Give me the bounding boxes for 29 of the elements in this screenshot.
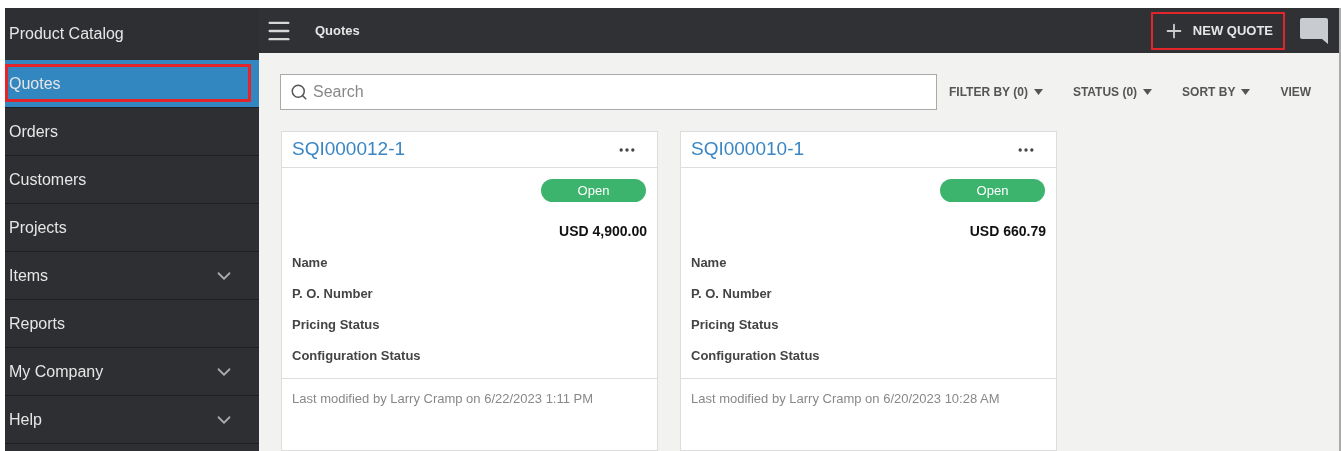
field-label: Pricing Status [292, 316, 381, 333]
quote-amount: USD 660.79 [969, 222, 1047, 241]
chat-icon[interactable] [1299, 15, 1329, 46]
new-quote-button[interactable]: NEW QUOTE [1150, 11, 1285, 50]
toolbar-dropdown[interactable]: SORT BY [1182, 83, 1251, 101]
toolbar-dropdown[interactable]: STATUS (0) [1072, 83, 1153, 101]
search-icon [290, 83, 308, 101]
field-label: P. O. Number [691, 285, 773, 302]
app-title: Product Catalog [8, 24, 125, 44]
last-modified-text: Last modified by Larry Cramp on 6/22/2023 1:11 PM [292, 391, 594, 406]
field-label: P. O. Number [292, 285, 374, 302]
toolbar-dropdown[interactable]: FILTER BY (0) [949, 83, 1043, 101]
field-label: Pricing Status [691, 316, 780, 333]
search-field[interactable]: Search [280, 74, 937, 110]
page-title: Quotes [315, 21, 360, 40]
field-label: Configuration Status [691, 347, 821, 364]
caret-icon [1241, 89, 1251, 95]
quote-amount: USD 4,900.00 [559, 222, 648, 241]
field-label: Name [292, 254, 329, 271]
last-modified-text: Last modified by Larry Cramp on 6/20/2023 10:28 AM [691, 391, 1000, 406]
toolbar-dropdown[interactable]: VIEW [1280, 83, 1312, 101]
status-badge: Open [940, 179, 1045, 202]
status-badge: Open [541, 179, 646, 202]
field-label: Name [691, 254, 728, 271]
quote-link[interactable]: SQI000010-1 [691, 135, 805, 164]
quote-link[interactable]: SQI000012-1 [292, 135, 406, 164]
field-label: Configuration Status [292, 347, 422, 364]
caret-icon [1143, 89, 1153, 95]
caret-icon [1033, 89, 1043, 95]
